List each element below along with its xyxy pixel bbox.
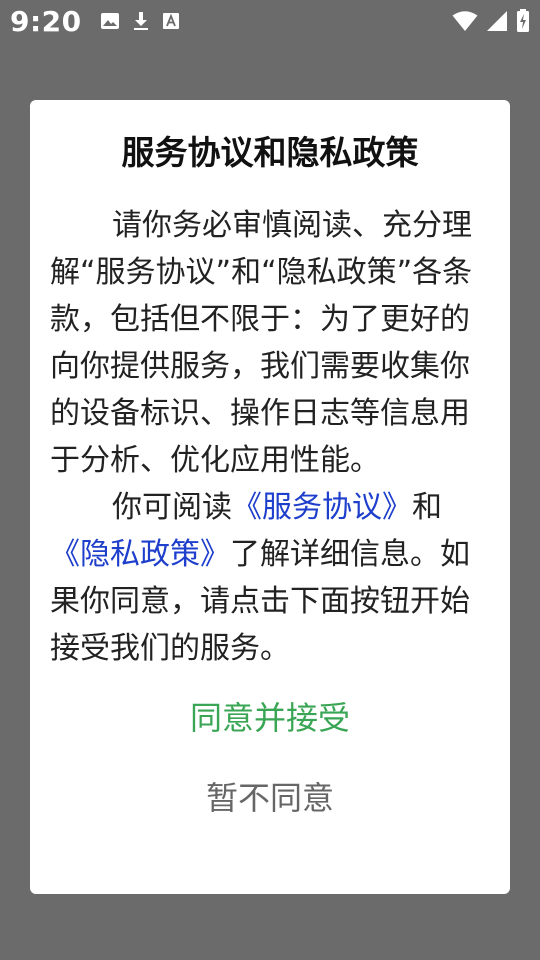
image-icon: [100, 11, 120, 31]
dialog-title: 服务协议和隐私政策: [121, 133, 419, 172]
font-a-icon: [162, 12, 180, 30]
status-bar: 9:20: [0, 0, 540, 42]
battery-charging-icon: [516, 9, 530, 33]
download-icon: [132, 11, 150, 31]
dialog-body: 请你务必审慎阅读、充分理解“服务协议”和“隐私政策”各条款，包括但不限于：为了更…: [50, 202, 490, 672]
links-paragraph: 你可阅读《服务协议》和《隐私政策》了解详细信息。如果你同意，请点击下面按钮开始接…: [50, 484, 490, 672]
paragraph-prefix: 你可阅读: [112, 490, 232, 525]
paragraph-and: 和: [412, 490, 442, 525]
signal-icon: [486, 10, 508, 32]
status-right: [452, 9, 530, 33]
service-agreement-link[interactable]: 《服务协议》: [232, 490, 412, 525]
status-time: 9:20: [10, 4, 82, 38]
notification-icons: [100, 11, 180, 31]
privacy-policy-link[interactable]: 《隐私政策》: [50, 537, 230, 572]
status-left: 9:20: [10, 5, 180, 38]
wifi-icon: [452, 10, 478, 32]
agreement-paragraph: 请你务必审慎阅读、充分理解“服务协议”和“隐私政策”各条款，包括但不限于：为了更…: [50, 208, 473, 478]
agree-button[interactable]: 同意并接受: [50, 696, 490, 740]
disagree-button[interactable]: 暂不同意: [50, 776, 490, 820]
privacy-dialog: 服务协议和隐私政策 请你务必审慎阅读、充分理解“服务协议”和“隐私政策”各条款，…: [30, 100, 510, 894]
